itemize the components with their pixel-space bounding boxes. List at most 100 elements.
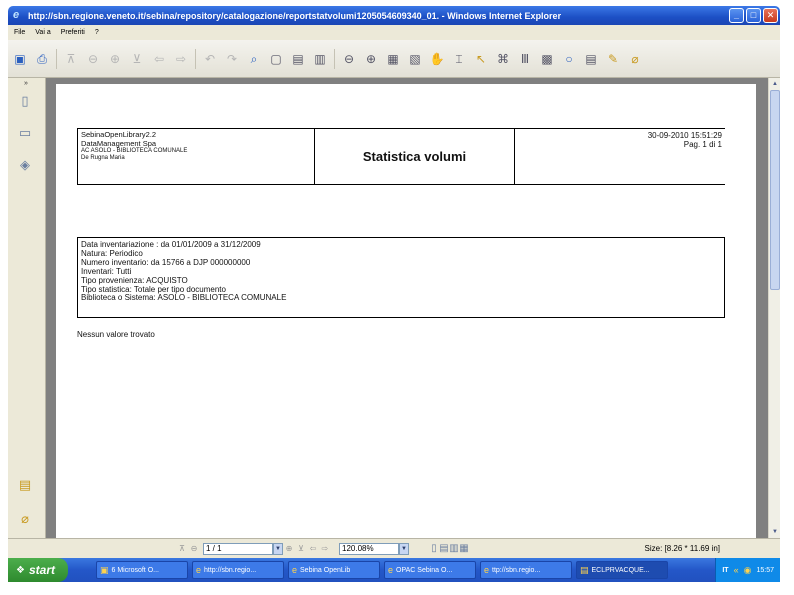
report-header: SebinaOpenLibrary2.2 DataManagement Spa … xyxy=(77,128,725,185)
note-icon[interactable]: ▤ xyxy=(583,51,599,67)
no-results-text: Nessun valore trovato xyxy=(77,330,155,339)
ie-icon: e xyxy=(388,565,394,575)
undo-icon[interactable]: ↶ xyxy=(202,51,218,67)
save-icon[interactable]: ▣ xyxy=(12,51,28,67)
menu-file[interactable]: File xyxy=(14,29,25,36)
actual-size-icon[interactable]: ▢ xyxy=(268,51,284,67)
forward-icon[interactable]: ⇨ xyxy=(319,543,331,555)
scroll-up-icon[interactable]: ▲ xyxy=(770,79,780,89)
layout-icon[interactable]: ▦ xyxy=(385,51,401,67)
scrollbar-thumb[interactable] xyxy=(770,90,780,290)
comments-icon[interactable]: ▤ xyxy=(16,476,34,494)
toolbar-separator xyxy=(56,48,57,69)
highlighter-icon[interactable]: ✎ xyxy=(605,51,621,67)
criteria-line: Biblioteca o Sistema: ASOLO - BIBLIOTECA… xyxy=(81,293,287,303)
single-page-icon[interactable]: ▯ xyxy=(429,543,439,555)
attach-icon[interactable]: ⌀ xyxy=(627,51,643,67)
taskbar-item[interactable]: ▣ 6 Microsoft O... xyxy=(96,561,188,579)
taskbar-item[interactable]: e OPAC Sebina O... xyxy=(384,561,476,579)
language-indicator[interactable]: IT xyxy=(722,567,728,574)
print-icon[interactable]: ⎙ xyxy=(34,51,50,67)
ie-icon: e xyxy=(484,565,490,575)
fit-width-icon[interactable]: ▥ xyxy=(312,51,328,67)
continuous-page-icon[interactable]: ▤ xyxy=(439,543,449,555)
next-page-icon[interactable]: ⊕ xyxy=(283,543,295,555)
first-page-icon[interactable]: ⊼ xyxy=(176,543,188,555)
document-viewport[interactable]: SebinaOpenLibrary2.2 DataManagement Spa … xyxy=(46,78,768,538)
report-datetime: 30-09-2010 15:51:29 xyxy=(647,131,722,140)
continuous-facing-icon[interactable]: ▦ xyxy=(459,543,469,555)
toolbar-separator xyxy=(334,48,335,69)
zoom-dropdown-icon[interactable]: ▼ xyxy=(399,542,409,555)
screen: e http://sbn.regione.veneto.it/sebina/re… xyxy=(0,0,794,595)
facing-pages-icon[interactable]: ▥ xyxy=(449,543,459,555)
report-header-right: 30-09-2010 15:51:29 Pag. 1 di 1 xyxy=(515,129,726,184)
pdf-page: SebinaOpenLibrary2.2 DataManagement Spa … xyxy=(56,84,756,538)
side-panel: » ▯ ▭ ◈ ▤ ⌀ xyxy=(8,78,46,538)
zoom-icon[interactable]: ⌕ xyxy=(246,51,262,67)
tray-expand-icon[interactable]: « xyxy=(734,565,739,575)
taskbar-item[interactable]: e Sebina OpenLib xyxy=(288,561,380,579)
library-name: AC ASOLO - BIBLIOTECA COMUNALE xyxy=(81,148,188,154)
page-number-field[interactable]: 1 / 1 xyxy=(203,542,273,555)
menu-goto[interactable]: Vai a xyxy=(35,29,50,36)
ie-icon: e xyxy=(13,9,20,21)
ie-icon: e xyxy=(292,565,298,575)
back-icon[interactable]: ⇦ xyxy=(151,51,167,67)
close-button[interactable]: ✕ xyxy=(763,8,778,23)
page-dropdown-icon[interactable]: ▼ xyxy=(273,542,283,555)
scroll-down-icon[interactable]: ▼ xyxy=(770,527,780,537)
page-navigation-bar: ⊼ ⊖ 1 / 1 ▼ ⊕ ⊻ ⇦ ⇨ 120.08% ▼ ▯ ▤ ▥ ▦ Si… xyxy=(8,538,780,558)
select-text-icon[interactable]: ⌶ xyxy=(451,51,467,67)
last-page-icon[interactable]: ⊻ xyxy=(129,51,145,67)
previous-page-icon[interactable]: ⊖ xyxy=(85,51,101,67)
taskbar-item[interactable]: e ttp://sbn.regio... xyxy=(480,561,572,579)
back-icon[interactable]: ⇦ xyxy=(307,543,319,555)
next-page-icon[interactable]: ⊕ xyxy=(107,51,123,67)
clock[interactable]: 15:57 xyxy=(756,567,774,574)
snapshot-icon[interactable]: ↖ xyxy=(473,51,489,67)
forward-icon[interactable]: ⇨ xyxy=(173,51,189,67)
windows-flag-icon: ❖ xyxy=(16,564,25,576)
zoom-in-icon[interactable]: ⊕ xyxy=(363,51,379,67)
layers-icon[interactable]: ◈ xyxy=(16,156,34,174)
start-button[interactable]: ❖ start xyxy=(8,558,68,582)
fit-page-icon[interactable]: ▤ xyxy=(290,51,306,67)
bookmarks-icon[interactable]: ▯ xyxy=(16,92,34,110)
tray-app-icon[interactable]: ◉ xyxy=(744,565,752,576)
zoom-field[interactable]: 120.08% xyxy=(339,542,399,555)
zoom-out-icon[interactable]: ⊖ xyxy=(341,51,357,67)
continuous-icon[interactable]: ▧ xyxy=(407,51,423,67)
circle-tool-icon[interactable]: ○ xyxy=(561,51,577,67)
taskbar-item-active[interactable]: ▤ ECLPRVACQUE... xyxy=(576,561,668,579)
minimize-button[interactable]: _ xyxy=(729,8,744,23)
redo-icon[interactable]: ↷ xyxy=(224,51,240,67)
criteria-line: Data inventariazione : da 01/01/2009 a 3… xyxy=(81,240,261,249)
attachments-icon[interactable]: ⌀ xyxy=(16,510,34,528)
title-bar[interactable]: e http://sbn.regione.veneto.it/sebina/re… xyxy=(8,6,780,25)
last-page-icon[interactable]: ⊻ xyxy=(295,543,307,555)
page-size-text: Size: [8.26 * 11.69 in] xyxy=(644,544,720,553)
text-column-icon[interactable]: Ⅲ xyxy=(517,51,533,67)
menu-help[interactable]: ? xyxy=(95,29,99,36)
report-title: Statistica volumi xyxy=(315,129,515,184)
previous-page-icon[interactable]: ⊖ xyxy=(188,543,200,555)
ie-icon: e xyxy=(196,565,202,575)
toolbar-separator xyxy=(195,48,196,69)
hand-tool-icon[interactable]: ✋ xyxy=(429,51,445,67)
image-icon[interactable]: ▩ xyxy=(539,51,555,67)
find-icon[interactable]: ⌘ xyxy=(495,51,511,67)
report-page-number: Pag. 1 di 1 xyxy=(683,140,722,149)
pdf-icon: ▤ xyxy=(580,564,589,575)
first-page-icon[interactable]: ⊼ xyxy=(63,51,79,67)
vertical-scrollbar[interactable]: ▲ ▼ xyxy=(768,78,780,538)
taskbar-item[interactable]: e http://sbn.regio... xyxy=(192,561,284,579)
menu-favorites[interactable]: Preferiti xyxy=(61,29,85,36)
pages-icon[interactable]: ▭ xyxy=(16,124,34,142)
maximize-button[interactable]: □ xyxy=(746,8,761,23)
collapse-arrows-icon[interactable]: » xyxy=(24,80,28,87)
menu-bar: File Vai a Preferiti ? xyxy=(8,25,780,40)
user-name: De Rugna Maria xyxy=(81,155,125,161)
office-icon: ▣ xyxy=(100,564,109,575)
reader-toolbar: ▣ ⎙ ⊼ ⊖ ⊕ ⊻ ⇦ ⇨ ↶ ↷ ⌕ ▢ ▤ ▥ ⊖ ⊕ ▦ ▧ ✋ ⌶ … xyxy=(8,40,780,78)
